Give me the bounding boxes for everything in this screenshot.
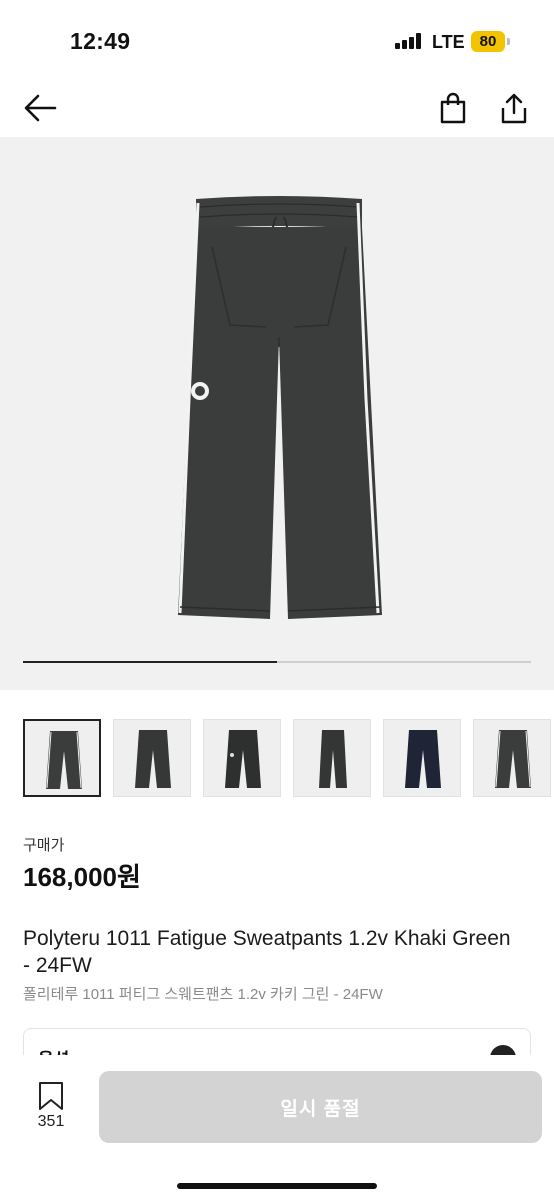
arrow-left-icon bbox=[24, 94, 57, 122]
shopping-bag-icon bbox=[440, 92, 466, 124]
thumbnail-image bbox=[495, 730, 531, 788]
bookmark-icon bbox=[39, 1082, 63, 1110]
thumbnail-2[interactable] bbox=[113, 719, 191, 797]
product-image bbox=[178, 196, 382, 619]
share-button[interactable] bbox=[496, 90, 532, 126]
signal-icon bbox=[395, 33, 423, 49]
thumbnail-strip[interactable] bbox=[23, 719, 554, 799]
battery-icon: 80 bbox=[471, 31, 505, 52]
cart-button[interactable] bbox=[435, 90, 471, 126]
home-indicator bbox=[177, 1183, 377, 1189]
product-image-gallery[interactable] bbox=[0, 137, 554, 690]
price-label: 구매가 bbox=[23, 837, 65, 854]
price-value: 168,000원 bbox=[23, 862, 141, 892]
product-title-korean: 폴리테루 1011 퍼티그 스웨트팬츠 1.2v 카키 그린 - 24FW bbox=[23, 986, 383, 1003]
sold-out-button[interactable]: 일시 품절 bbox=[99, 1071, 542, 1143]
thumbnail-3[interactable] bbox=[203, 719, 281, 797]
thumbnail-image bbox=[225, 730, 261, 788]
thumbnail-4[interactable] bbox=[293, 719, 371, 797]
status-bar: 12:49 LTE 80 bbox=[0, 0, 554, 80]
wishlist-count: 351 bbox=[37, 1113, 65, 1130]
battery-tip bbox=[507, 38, 510, 45]
wishlist-button[interactable]: 351 bbox=[26, 1079, 76, 1139]
thumbnail-image bbox=[135, 730, 171, 788]
gallery-progress-track bbox=[23, 661, 531, 663]
thumbnail-1[interactable] bbox=[23, 719, 101, 797]
nav-bar bbox=[0, 80, 554, 136]
gallery-progress-fill bbox=[23, 661, 277, 663]
thumbnail-image bbox=[319, 730, 347, 788]
share-icon bbox=[501, 93, 527, 124]
product-title: Polyteru 1011 Fatigue Sweatpants 1.2v Kh… bbox=[23, 927, 511, 977]
thumbnail-image bbox=[46, 731, 82, 789]
thumbnail-5[interactable] bbox=[383, 719, 461, 797]
back-button[interactable] bbox=[22, 90, 58, 126]
status-time: 12:49 bbox=[70, 28, 131, 54]
thumbnail-image bbox=[405, 730, 441, 788]
bottom-action-bar: 351 일시 품절 bbox=[0, 1055, 554, 1200]
thumbnail-6[interactable] bbox=[473, 719, 551, 797]
network-label: LTE bbox=[432, 32, 465, 52]
